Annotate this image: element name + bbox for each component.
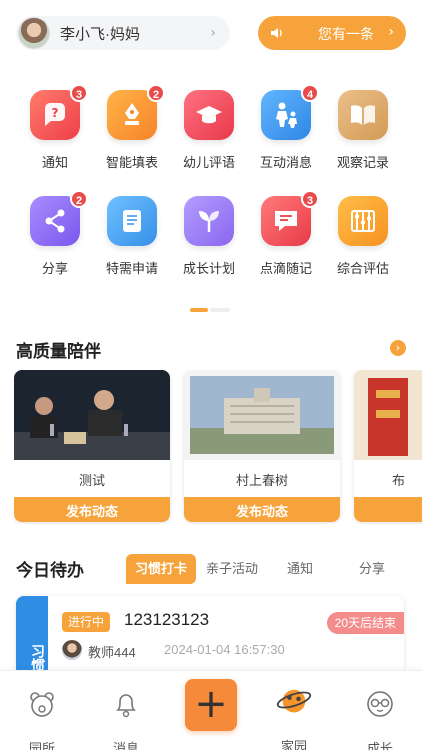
grid-item-special-request[interactable]: 特需申请 bbox=[93, 196, 171, 277]
page-dot-active bbox=[190, 308, 208, 312]
user-switcher[interactable]: 李小飞·妈妈 › bbox=[16, 16, 230, 50]
avatar bbox=[62, 640, 82, 660]
grid-label: 互动消息 bbox=[259, 155, 312, 170]
end-badge: 20天后结束 bbox=[326, 612, 404, 634]
nav-label: 家园 bbox=[280, 739, 307, 750]
publish-button[interactable]: 发布动态 bbox=[184, 497, 340, 522]
todo-tabs: 习惯打卡 亲子活动 通知 分享 bbox=[124, 554, 422, 584]
grid-label: 综合评估 bbox=[336, 261, 389, 276]
nav-item-school[interactable]: 园所 bbox=[2, 681, 82, 750]
tab-notification[interactable]: 通知 bbox=[272, 554, 328, 584]
count-badge: 2 bbox=[147, 84, 165, 102]
grid-item-growth-plan[interactable]: 成长计划 bbox=[170, 196, 248, 277]
abacus-icon bbox=[351, 210, 375, 232]
card-image bbox=[14, 370, 170, 460]
grid-label: 点滴随记 bbox=[259, 261, 312, 276]
timestamp: 2024-01-04 16:57:30 bbox=[164, 642, 285, 657]
card-title: 布 bbox=[392, 473, 406, 488]
card-title: 村上春树 bbox=[235, 473, 288, 488]
scroll-icon bbox=[123, 210, 141, 232]
grid-item-child-comment[interactable]: 幼儿评语 bbox=[170, 90, 248, 171]
bell-icon bbox=[116, 694, 136, 718]
teacher-name: 教师444 bbox=[88, 645, 136, 660]
grid-label: 通知 bbox=[41, 155, 68, 170]
companion-carousel[interactable]: 测试 发布动态 村上春树 发布动态 布 bbox=[14, 370, 422, 524]
nav-label: 成长 bbox=[366, 741, 393, 750]
card-image bbox=[184, 370, 340, 460]
nav-item-home[interactable]: 家园 bbox=[254, 681, 334, 750]
sprout-icon bbox=[199, 211, 219, 232]
grid-item-notes[interactable]: 3 点滴随记 bbox=[247, 190, 325, 277]
todo-section: 今日待办 习惯打卡 亲子活动 通知 分享 习惯 进行中 123123123 20… bbox=[0, 546, 422, 676]
page-indicator bbox=[190, 308, 230, 312]
glasses-face-icon bbox=[367, 691, 393, 717]
grid-label: 成长计划 bbox=[182, 261, 235, 276]
grid-label: 智能填表 bbox=[105, 155, 158, 170]
svg-text:?: ? bbox=[52, 106, 59, 120]
grid-item-interaction[interactable]: 4 互动消息 bbox=[247, 84, 325, 171]
note-icon bbox=[275, 211, 297, 231]
form-pen-icon bbox=[125, 103, 139, 125]
planet-icon bbox=[276, 689, 312, 713]
nav-item-growth[interactable]: 成长 bbox=[340, 681, 420, 750]
user-name: 李小飞·妈妈 bbox=[60, 25, 140, 43]
open-book-icon bbox=[351, 105, 375, 125]
page-dot bbox=[210, 308, 230, 312]
notice-text: 您有一条 bbox=[318, 26, 374, 42]
grid-label: 观察记录 bbox=[336, 155, 389, 170]
grid-item-observation[interactable]: 观察记录 bbox=[324, 90, 402, 171]
todo-name: 123123123 bbox=[124, 610, 210, 629]
companion-card[interactable]: 测试 发布动态 bbox=[14, 370, 170, 522]
grid-label: 分享 bbox=[41, 261, 68, 276]
card-image bbox=[354, 370, 422, 460]
graduation-cap-icon bbox=[196, 106, 222, 124]
todo-card[interactable]: 习惯 进行中 123123123 20天后结束 教师444 2024-01-04… bbox=[16, 596, 404, 676]
tab-share[interactable]: 分享 bbox=[344, 554, 400, 584]
count-badge: 3 bbox=[70, 84, 88, 102]
nav-label: 园所 bbox=[28, 741, 55, 750]
share-icon bbox=[45, 209, 65, 233]
chevron-right-icon: › bbox=[210, 25, 216, 41]
todo-category: 习惯 bbox=[16, 596, 48, 676]
publish-button[interactable]: 发布动态 bbox=[14, 497, 170, 522]
parent-child-icon bbox=[276, 102, 297, 128]
bear-face-icon bbox=[30, 692, 54, 717]
count-badge: 2 bbox=[70, 190, 88, 208]
notification-icon: ? bbox=[45, 103, 65, 126]
count-badge: 3 bbox=[301, 190, 319, 208]
add-button[interactable]: + bbox=[185, 679, 237, 731]
card-title: 测试 bbox=[78, 473, 105, 488]
plus-icon: + bbox=[194, 681, 228, 727]
section-title: 今日待办 bbox=[16, 561, 84, 580]
companion-card[interactable]: 布 bbox=[354, 370, 422, 522]
chevron-right-icon: › bbox=[388, 24, 394, 40]
tab-habit[interactable]: 习惯打卡 bbox=[126, 554, 196, 584]
grid-label: 特需申请 bbox=[105, 261, 158, 276]
avatar bbox=[18, 17, 50, 49]
companion-card[interactable]: 村上春树 发布动态 bbox=[184, 370, 340, 522]
notice-banner[interactable]: 您有一条 › bbox=[258, 16, 406, 50]
grid-item-evaluation[interactable]: 综合评估 bbox=[324, 196, 402, 277]
grid-item-smart-form[interactable]: 2 智能填表 bbox=[93, 84, 171, 171]
section-title: 高质量陪伴 bbox=[16, 342, 101, 361]
nav-label: 消息 bbox=[112, 741, 139, 750]
more-arrow-icon[interactable]: › bbox=[390, 340, 406, 356]
grid-item-notification[interactable]: ? 3 通知 bbox=[16, 84, 94, 171]
speaker-icon bbox=[271, 28, 282, 38]
nav-item-messages[interactable]: 消息 bbox=[86, 681, 166, 750]
top-header: 李小飞·妈妈 › 您有一条 › bbox=[0, 0, 422, 66]
count-badge: 4 bbox=[301, 84, 319, 102]
bottom-nav: 园所 消息 + 家园 成长 bbox=[0, 670, 422, 750]
tab-parent-child[interactable]: 亲子活动 bbox=[200, 554, 264, 584]
grid-label: 幼儿评语 bbox=[182, 155, 235, 170]
grid-item-share[interactable]: 2 分享 bbox=[16, 190, 94, 277]
publish-button[interactable] bbox=[354, 497, 422, 522]
status-badge: 进行中 bbox=[62, 612, 111, 632]
